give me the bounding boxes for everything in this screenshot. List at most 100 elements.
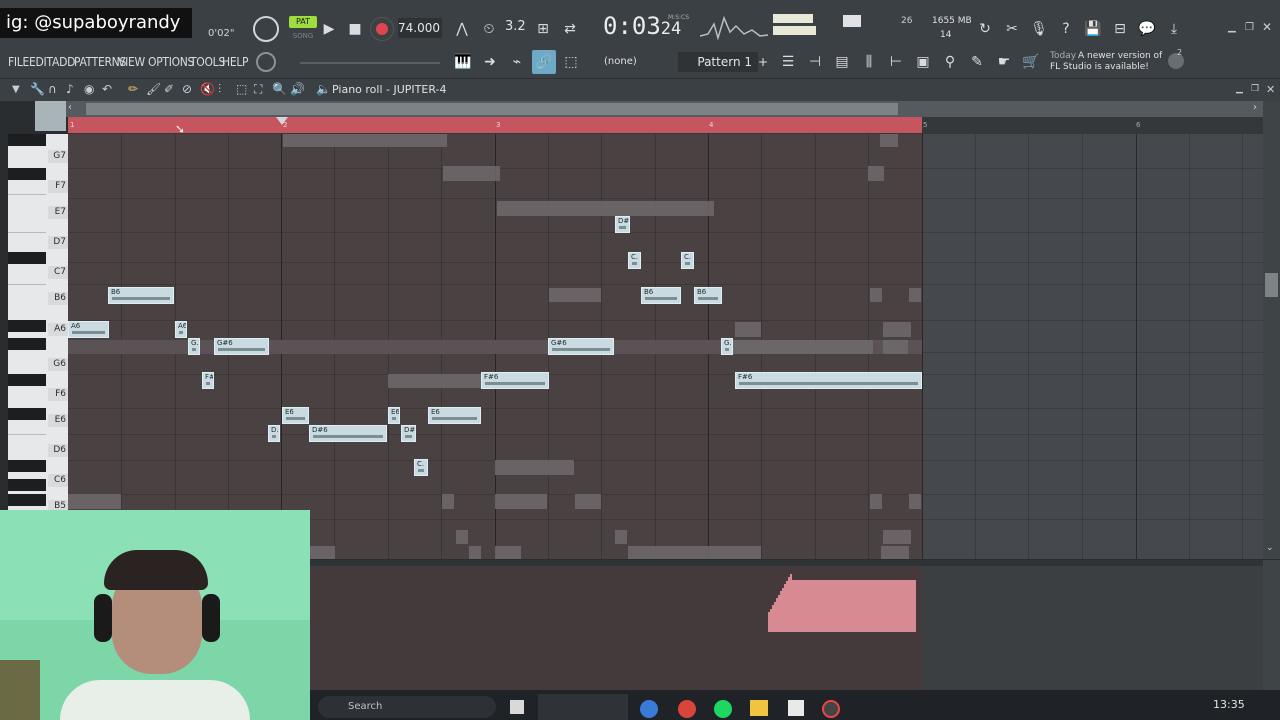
zoom-handle[interactable] bbox=[35, 101, 66, 131]
velocity-bar[interactable] bbox=[914, 580, 916, 632]
stop-icon[interactable]: ■ bbox=[343, 17, 367, 41]
tempo-display[interactable]: 74.000 bbox=[398, 18, 442, 38]
note[interactable]: B6 bbox=[641, 287, 681, 304]
play-icon[interactable]: ▶ bbox=[317, 17, 341, 41]
black-key[interactable] bbox=[8, 494, 46, 506]
minimize-window-icon[interactable]: ▁ bbox=[1228, 22, 1236, 33]
taskbar-search[interactable]: Search bbox=[318, 696, 496, 718]
obs-icon[interactable] bbox=[822, 700, 840, 718]
undo-history-icon[interactable]: ↻ bbox=[973, 17, 997, 41]
undo-icon[interactable]: ↶ bbox=[102, 82, 112, 96]
loop-record-icon[interactable]: ⇄ bbox=[558, 17, 582, 41]
channel-rack-icon[interactable]: ▤ bbox=[830, 50, 854, 74]
mixer-icon[interactable]: ⊟ bbox=[1108, 17, 1132, 41]
project-icon[interactable]: ▣ bbox=[911, 50, 935, 74]
song-mode-button[interactable]: SONG bbox=[289, 30, 317, 42]
note-icon[interactable]: ♪ bbox=[66, 82, 74, 96]
master-pitch-knob[interactable] bbox=[256, 52, 276, 72]
pr-restore-icon[interactable]: ❐ bbox=[1251, 84, 1259, 94]
magnet-icon[interactable]: ∩ bbox=[48, 82, 57, 96]
event-editor-lane[interactable] bbox=[310, 560, 1263, 690]
note[interactable]: D#6 bbox=[309, 425, 387, 442]
restore-window-icon[interactable]: ❐ bbox=[1245, 22, 1254, 33]
timeline-ruler[interactable]: 1 2 3 4 5 6 bbox=[68, 117, 1263, 134]
browser-icon[interactable]: ⊢ bbox=[884, 50, 908, 74]
vertical-scrollbar[interactable]: ⌄ bbox=[1263, 101, 1280, 559]
task-view-icon[interactable] bbox=[510, 700, 524, 714]
mixer-view-icon[interactable]: ⫼ bbox=[857, 50, 881, 74]
script-icon[interactable]: ✎ bbox=[965, 50, 989, 74]
event-scrollbar[interactable] bbox=[1263, 560, 1280, 690]
cut-icon[interactable]: ✂ bbox=[1000, 17, 1024, 41]
piano-icon[interactable]: 🎹 bbox=[451, 50, 475, 74]
note[interactable]: C. bbox=[414, 459, 428, 476]
slice-icon[interactable]: ⫶ bbox=[218, 82, 221, 97]
edge-icon[interactable] bbox=[640, 700, 658, 718]
circle-menu-icon[interactable]: ◉ bbox=[84, 82, 94, 96]
menu-tools[interactable]: TOOLS bbox=[190, 55, 225, 69]
help-icon[interactable]: ? bbox=[1054, 17, 1078, 41]
note[interactable]: G#6 bbox=[214, 338, 269, 355]
overview-thumb[interactable] bbox=[86, 103, 898, 115]
note[interactable]: F#6 bbox=[735, 372, 922, 389]
black-key[interactable] bbox=[8, 374, 46, 386]
save-icon[interactable]: 💾 bbox=[1081, 17, 1105, 41]
note[interactable]: D#7 bbox=[615, 216, 630, 233]
loop-region[interactable] bbox=[68, 117, 922, 133]
plugin-icon[interactable]: ⚲ bbox=[938, 50, 962, 74]
pencil-icon[interactable]: ✏ bbox=[128, 82, 138, 96]
note[interactable]: G. bbox=[188, 338, 200, 355]
horizontal-overview-scroll[interactable] bbox=[66, 101, 1268, 117]
news-text[interactable]: A newer version of FL Studio is availabl… bbox=[1050, 51, 1166, 73]
speaker-mute-icon[interactable]: 🔇 bbox=[200, 82, 215, 96]
piano-keyboard[interactable]: G7 F7 E7 D7 C7 B6 A6 G6 F6 E6 D6 C6 B5 bbox=[8, 134, 68, 559]
download-icon[interactable]: ⤓ bbox=[1162, 17, 1186, 41]
black-key[interactable] bbox=[8, 479, 46, 491]
scroll-right-icon[interactable]: › bbox=[1253, 102, 1257, 113]
pat-mode-button[interactable]: PAT bbox=[289, 16, 317, 28]
microphone-icon[interactable]: 🎙 bbox=[1027, 17, 1051, 41]
zoom-icon[interactable]: 🔍 bbox=[272, 82, 287, 96]
note[interactable]: F#6 bbox=[481, 372, 549, 389]
black-key[interactable] bbox=[8, 408, 46, 420]
note[interactable]: E6 bbox=[388, 407, 400, 424]
master-volume-knob[interactable] bbox=[253, 16, 279, 42]
snap-selector[interactable]: (none) bbox=[600, 53, 654, 71]
metronome-icon[interactable]: ⋀ bbox=[450, 17, 474, 41]
record-button[interactable] bbox=[370, 17, 394, 41]
menu-file[interactable]: FILE bbox=[8, 55, 29, 69]
options-arrow-icon[interactable]: ▼ bbox=[12, 84, 20, 95]
piano-roll-title[interactable]: Piano roll - JUPITER-4 bbox=[332, 83, 446, 96]
velocity-bars[interactable] bbox=[768, 573, 916, 632]
note[interactable]: D. bbox=[268, 425, 280, 442]
pattern-selector[interactable]: Pattern 1 bbox=[678, 52, 758, 72]
master-slider[interactable] bbox=[300, 62, 440, 64]
cart-icon[interactable]: 🛒 bbox=[1019, 50, 1043, 74]
blend-notes-icon[interactable]: ⊞ bbox=[531, 17, 555, 41]
link-icon[interactable]: 🔗 bbox=[532, 50, 556, 74]
note[interactable]: A6 bbox=[68, 321, 109, 338]
note[interactable]: F#6 bbox=[202, 372, 214, 389]
menu-edit[interactable]: EDIT bbox=[29, 55, 53, 69]
wait-record-icon[interactable]: ⏲ bbox=[477, 17, 501, 41]
note[interactable]: A6 bbox=[175, 321, 187, 338]
arrow-right-icon[interactable]: ➜ bbox=[478, 50, 502, 74]
fl-studio-taskbar-item[interactable] bbox=[538, 694, 628, 720]
step-edit-display[interactable]: 3.2 bbox=[505, 19, 526, 34]
menu-add[interactable]: ADD bbox=[52, 55, 75, 69]
black-key[interactable] bbox=[8, 320, 46, 332]
note[interactable]: G. bbox=[721, 338, 733, 355]
note-grid[interactable]: B6 A6 A6 G. G#6 F#6 D. E6 D#6 E6 D#6 E6 … bbox=[68, 134, 1263, 559]
note[interactable]: E6 bbox=[428, 407, 481, 424]
note[interactable]: E6 bbox=[282, 407, 309, 424]
plug-icon[interactable]: ⌁ bbox=[505, 50, 529, 74]
black-key[interactable] bbox=[8, 338, 46, 350]
spotify-icon[interactable] bbox=[714, 700, 732, 718]
black-key[interactable] bbox=[8, 168, 46, 180]
black-key[interactable] bbox=[8, 134, 46, 146]
playback-icon[interactable]: 🔊 bbox=[290, 82, 305, 96]
menu-options[interactable]: OPTIONS bbox=[148, 55, 194, 69]
hand-icon[interactable]: ☛ bbox=[992, 50, 1016, 74]
chat-icon[interactable]: 💬 bbox=[1135, 17, 1159, 41]
app-icon[interactable] bbox=[788, 700, 804, 716]
